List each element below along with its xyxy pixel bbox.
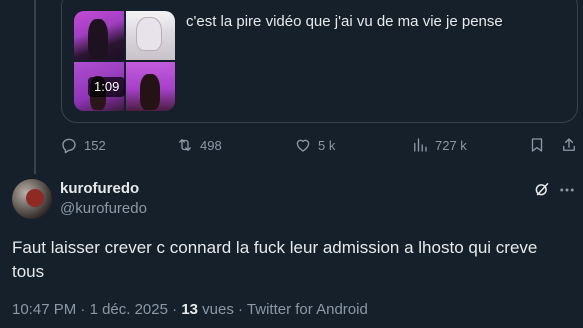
tweet-views-count: 13 <box>181 301 198 318</box>
share-icon <box>563 138 575 151</box>
tweet-metadata: 10:47 PM · 1 déc. 2025 · 13 vues · Twitt… <box>12 301 368 318</box>
video-frame-2 <box>125 11 175 60</box>
grok-icon[interactable] <box>533 180 551 198</box>
person-silhouette <box>135 17 162 51</box>
quoted-tweet-card[interactable]: 1:09 c'est la pire vidéo que j'ai vu de … <box>61 0 578 123</box>
meta-separator: · <box>76 301 90 318</box>
analytics-icon <box>414 138 427 152</box>
heart-icon <box>296 139 310 152</box>
reply-count: 152 <box>84 137 106 153</box>
like-count: 5 k <box>318 137 336 153</box>
avatar-detail <box>26 189 44 207</box>
tweet-text: Faut laisser crever c connard la fuck le… <box>12 238 538 281</box>
retweet-icon <box>179 139 191 151</box>
bookmark-button[interactable] <box>528 136 546 154</box>
more-options-icon[interactable] <box>558 181 576 199</box>
meta-separator: · <box>167 301 182 318</box>
quoted-video-thumbnail[interactable]: 1:09 <box>74 11 175 111</box>
video-frame-4 <box>125 62 175 111</box>
tweet-actions-bar: 152 498 5 k 727 k <box>60 136 580 158</box>
views-button[interactable]: 727 k <box>411 136 467 154</box>
person-silhouette <box>88 19 108 59</box>
bookmark-icon <box>531 138 543 152</box>
thread-connector-line <box>34 0 36 174</box>
share-button[interactable] <box>560 136 578 154</box>
tweet-views-label: vues <box>198 301 234 318</box>
video-duration-badge: 1:09 <box>88 77 126 97</box>
views-count: 727 k <box>435 137 467 153</box>
reply-icon <box>62 138 76 154</box>
author-handle[interactable]: @kurofuredo <box>60 200 147 217</box>
retweet-count: 498 <box>200 137 222 153</box>
author-display-name[interactable]: kurofuredo <box>60 180 139 197</box>
like-button[interactable]: 5 k <box>294 136 335 154</box>
person-silhouette <box>139 74 160 110</box>
meta-separator: · <box>233 301 247 318</box>
video-frame-1 <box>74 11 124 60</box>
quoted-tweet-text: c'est la pire vidéo que j'ai vu de ma vi… <box>186 13 503 30</box>
reply-button[interactable]: 152 <box>60 136 106 154</box>
retweet-button[interactable]: 498 <box>176 136 222 154</box>
tweet-time[interactable]: 10:47 PM <box>12 301 76 318</box>
author-avatar[interactable] <box>12 179 52 219</box>
tweet-source: Twitter for Android <box>246 301 368 318</box>
tweet-date[interactable]: 1 déc. 2025 <box>90 301 168 318</box>
